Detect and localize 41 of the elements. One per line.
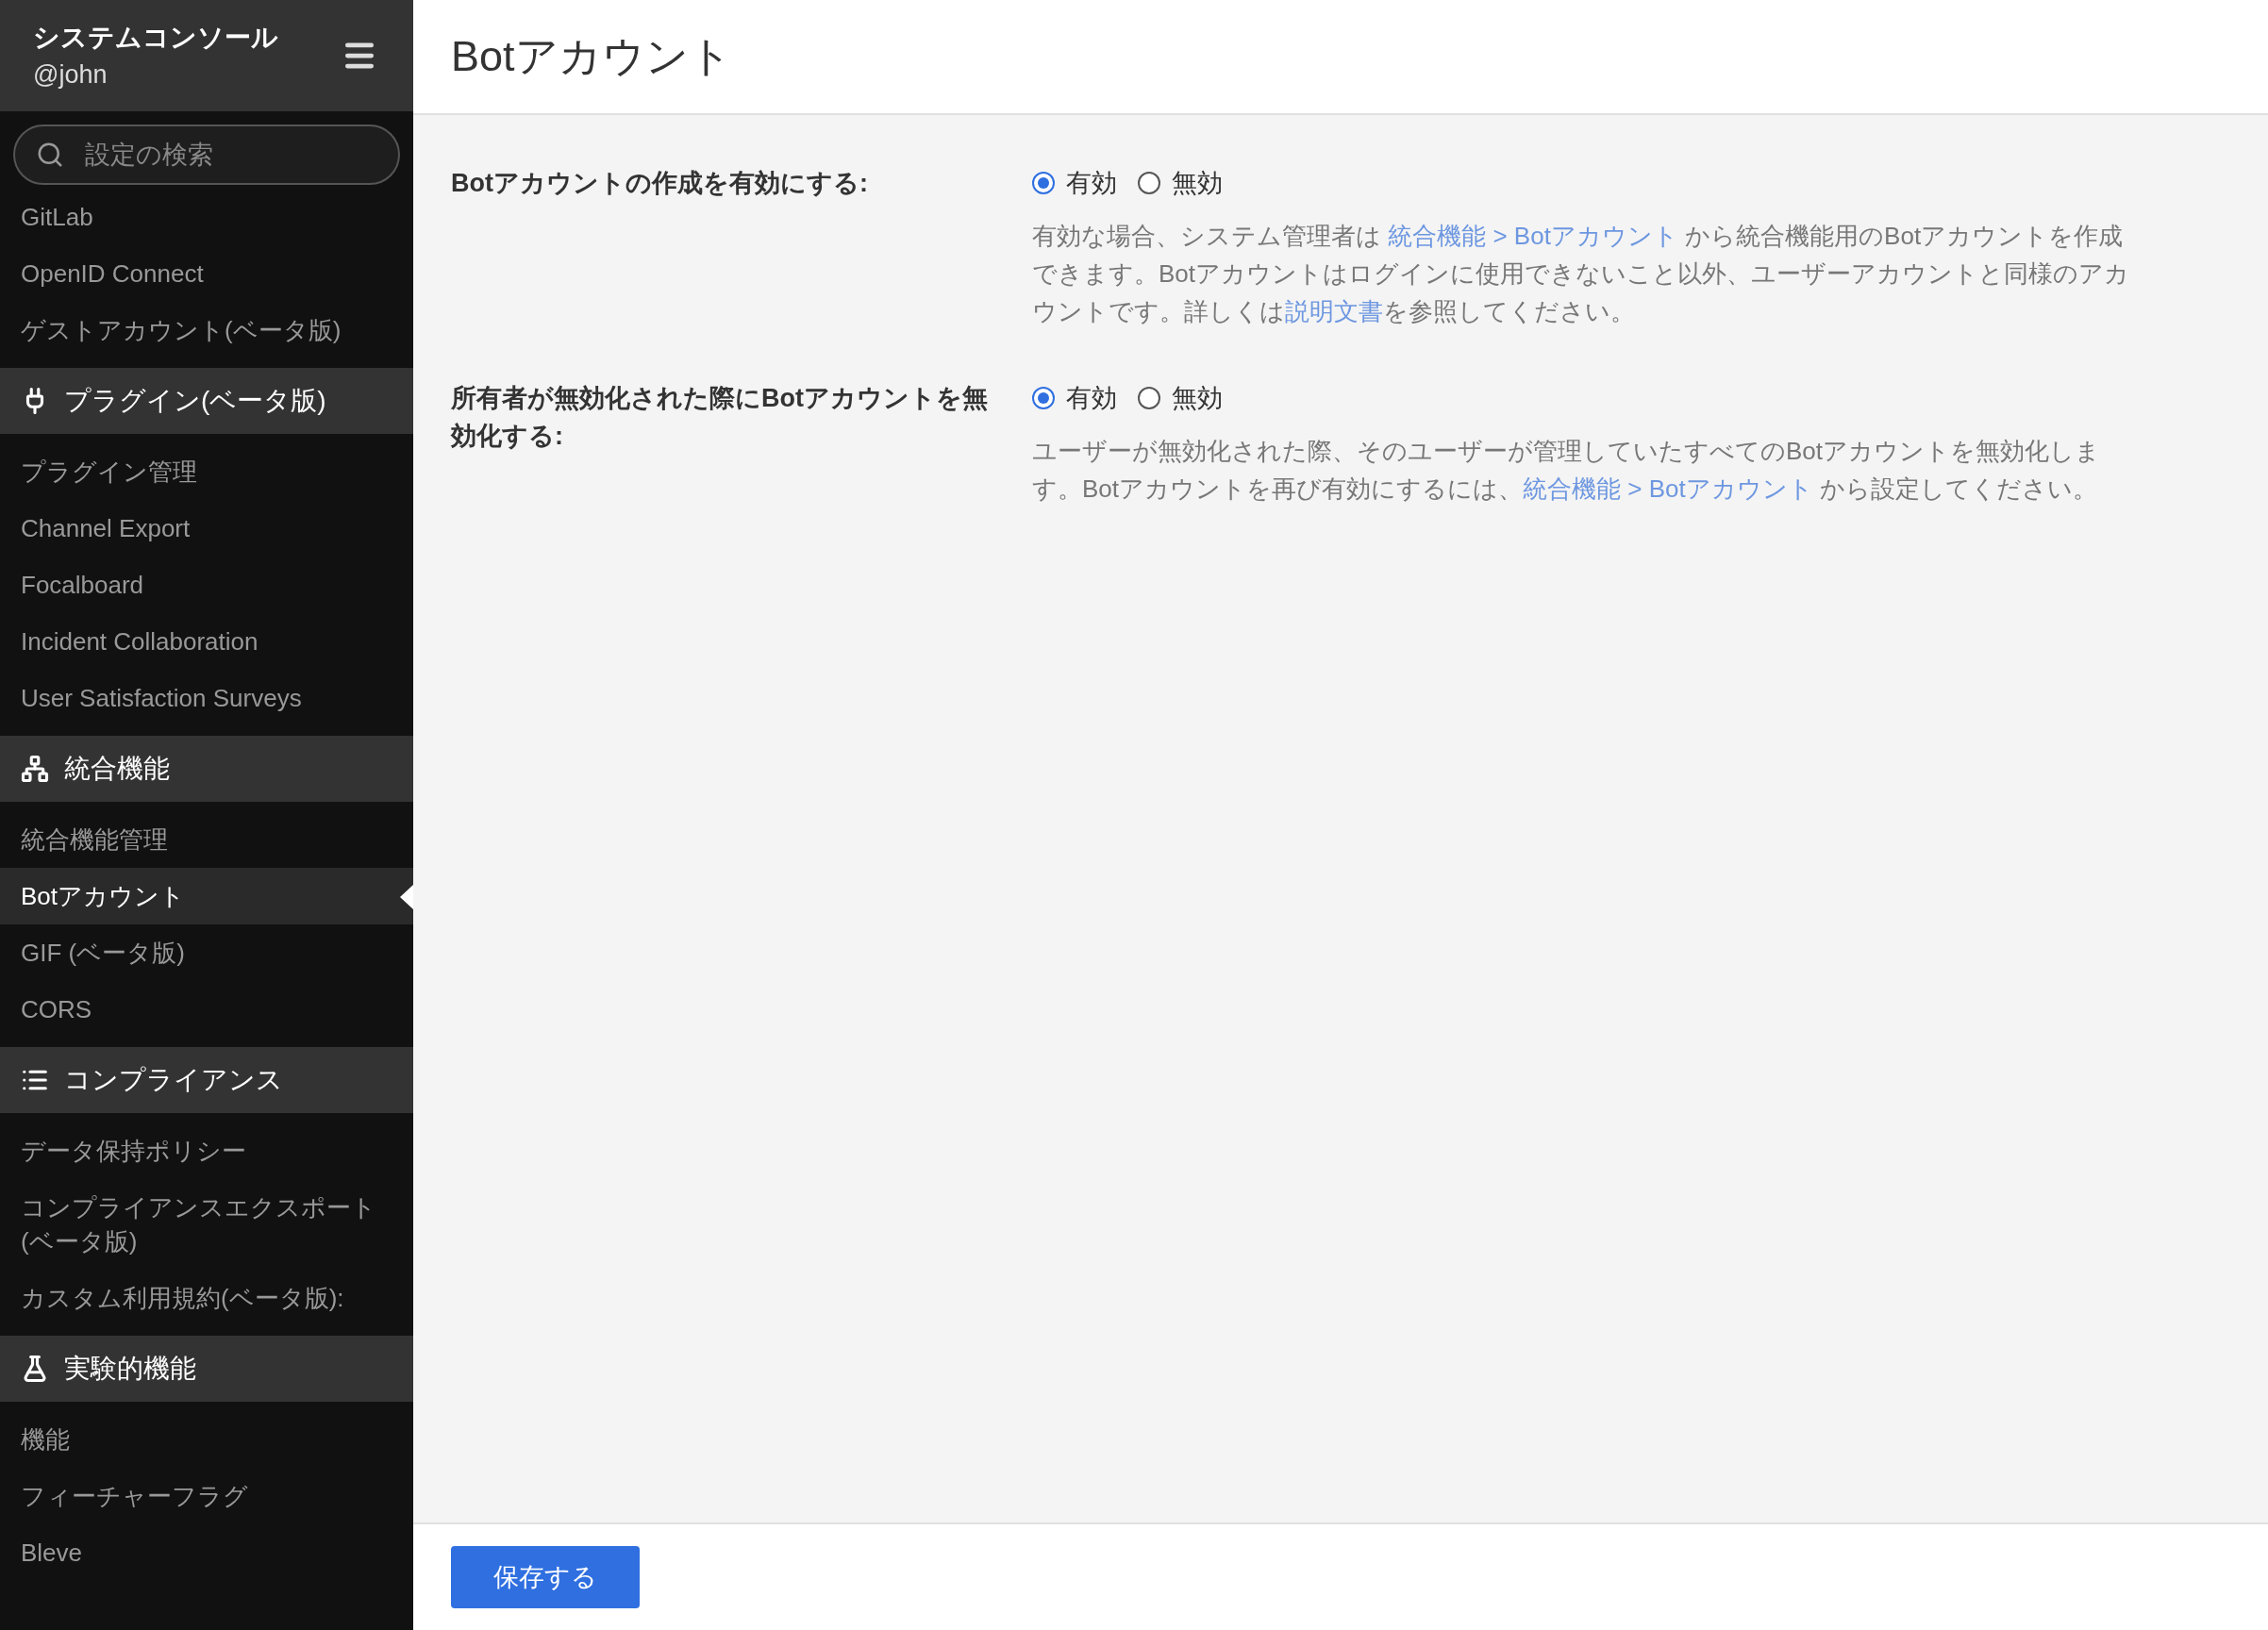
section-title: コンプライアンス bbox=[64, 1064, 283, 1096]
page-title: Botアカウント bbox=[451, 31, 732, 83]
section-title: プラグイン(ベータ版) bbox=[64, 385, 326, 417]
sidebar-item[interactable]: データ保持ポリシー bbox=[0, 1123, 413, 1179]
sidebar-item[interactable]: Focalboard bbox=[0, 557, 413, 613]
radio-option[interactable]: 有効 bbox=[1032, 378, 1117, 418]
sidebar-item[interactable]: GIF (ベータ版) bbox=[0, 924, 413, 981]
section-title: 統合機能 bbox=[64, 753, 170, 785]
sitemap-icon bbox=[21, 755, 49, 783]
sidebar-item[interactable]: User Satisfaction Surveys bbox=[0, 670, 413, 726]
help-text: ユーザーが無効化された際、そのユーザーが管理していたすべてのBotアカウントを無効化します。Botアカウントを再び有効にするには、統合機能 > Botアカウント から設定してください。 bbox=[1032, 436, 2102, 505]
sidebar-item[interactable]: Bleve bbox=[0, 1524, 413, 1581]
sidebar-item[interactable]: 統合機能管理 bbox=[0, 811, 413, 868]
sidebar-item[interactable]: ゲストアカウント(ベータ版) bbox=[0, 302, 413, 358]
sidebar-item[interactable]: カスタム利用規約(ベータ版): bbox=[0, 1270, 413, 1326]
radio-option[interactable]: 無効 bbox=[1138, 163, 1223, 203]
sidebar-item[interactable]: GitLab bbox=[0, 189, 413, 245]
sidebar-item[interactable]: OpenID Connect bbox=[0, 245, 413, 302]
sidebar-item[interactable]: Incident Collaboration bbox=[0, 613, 413, 670]
radio-option[interactable]: 有効 bbox=[1032, 163, 1117, 203]
help-text: 有効な場合、システム管理者は 統合機能 > Botアカウント から統合機能用のBotアカウントを作成できます。Botアカウントはログインに使用できないこと以外、ユーザーアカウントと同様のアカウントです。詳しくは説明文書を参照してください。 bbox=[1032, 221, 2131, 327]
sidebar-item[interactable]: Channel Export bbox=[0, 500, 413, 557]
sidebar-item[interactable]: フィーチャーフラグ bbox=[0, 1468, 413, 1524]
section-title: 実験的機能 bbox=[64, 1353, 196, 1385]
console-title: システムコンソール bbox=[33, 22, 278, 54]
sidebar-item[interactable]: コンプライアンスエクスポート (ベータ版) bbox=[0, 1179, 413, 1270]
username: @john bbox=[33, 59, 108, 91]
radio-button[interactable] bbox=[1138, 172, 1160, 194]
sidebar-item[interactable]: プラグイン管理 bbox=[0, 443, 413, 500]
setting-label: Botアカウントの作成を有効にする: bbox=[451, 168, 869, 199]
sidebar-item[interactable]: 機能 bbox=[0, 1411, 413, 1468]
sidebar-item[interactable]: Botアカウント bbox=[0, 868, 413, 924]
search-icon bbox=[36, 141, 64, 169]
radio-button[interactable] bbox=[1032, 172, 1055, 194]
sidebar-item[interactable]: CORS bbox=[0, 981, 413, 1038]
save-button[interactable]: 保存する bbox=[451, 1546, 640, 1608]
radio-option[interactable]: 無効 bbox=[1138, 378, 1223, 418]
setting-label: 所有者が無効化された際にBotアカウントを無効化する: bbox=[451, 383, 989, 452]
search-field[interactable]: 設定の検索 bbox=[13, 125, 400, 185]
radio-button[interactable] bbox=[1032, 387, 1055, 409]
radio-button[interactable] bbox=[1138, 387, 1160, 409]
